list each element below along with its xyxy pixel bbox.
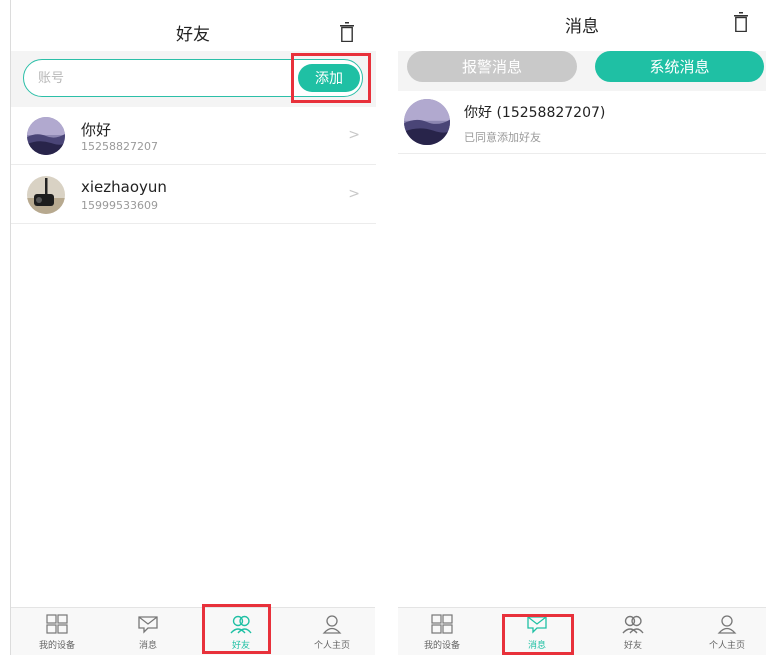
tab-label: 我的设备	[38, 641, 75, 651]
bottom-tab-bar: 我的设备 消息 好友 个人主页	[11, 607, 375, 655]
friend-name: 你好	[81, 121, 112, 139]
person-icon	[717, 615, 737, 634]
message-body: 已同意添加好友	[464, 131, 541, 144]
page-title: 好友	[176, 25, 210, 45]
friend-phone: 15999533609	[81, 199, 158, 212]
message-tabs: 报警消息 系统消息	[398, 51, 766, 91]
tab-label: 个人主页	[313, 641, 350, 651]
tab-label: 个人主页	[708, 641, 745, 651]
friends-icon	[622, 615, 644, 634]
tab-system-messages[interactable]: 系统消息	[595, 51, 764, 82]
highlight-add-button	[291, 53, 371, 103]
tab-messages[interactable]: 消息	[118, 614, 178, 651]
chevron-right-icon: >	[348, 127, 360, 143]
avatar	[27, 176, 65, 214]
bottom-tab-bar: 我的设备 消息 好友 个人主页	[398, 607, 766, 655]
grid-icon	[46, 614, 68, 634]
tab-profile[interactable]: 个人主页	[302, 614, 362, 651]
friend-name: xiezhaoyun	[81, 178, 167, 196]
friend-phone: 15258827207	[81, 140, 158, 153]
message-title: 你好 (15258827207)	[464, 105, 606, 121]
chevron-right-icon: >	[348, 186, 360, 202]
person-icon	[322, 615, 342, 634]
friend-row[interactable]: 你好 15258827207 >	[11, 107, 376, 165]
messages-screen: 消息 报警消息 系统消息 你好 (15258827207) 已同意添加好友 我的…	[398, 0, 766, 655]
friend-row[interactable]: xiezhaoyun 15999533609 >	[11, 166, 376, 224]
message-icon	[138, 616, 158, 634]
tab-label: 消息	[138, 641, 157, 651]
tab-profile[interactable]: 个人主页	[697, 614, 757, 651]
highlight-messages-tab	[502, 614, 574, 655]
page-title: 消息	[565, 17, 599, 37]
avatar	[404, 99, 450, 145]
friends-screen: 好友 添加 你好 15258827207 >	[10, 0, 376, 655]
message-item[interactable]: 你好 (15258827207) 已同意添加好友	[398, 94, 766, 154]
tab-my-devices[interactable]: 我的设备	[27, 614, 87, 651]
tab-label: 我的设备	[423, 641, 460, 651]
tab-friends[interactable]: 好友	[603, 614, 663, 651]
tab-my-devices[interactable]: 我的设备	[412, 614, 472, 651]
trash-icon[interactable]	[340, 22, 354, 42]
trash-icon[interactable]	[734, 12, 748, 32]
highlight-friends-tab	[202, 604, 271, 654]
tab-alarm-messages[interactable]: 报警消息	[407, 51, 577, 82]
tab-label: 好友	[623, 641, 642, 651]
avatar	[27, 117, 65, 155]
grid-icon	[431, 614, 453, 634]
